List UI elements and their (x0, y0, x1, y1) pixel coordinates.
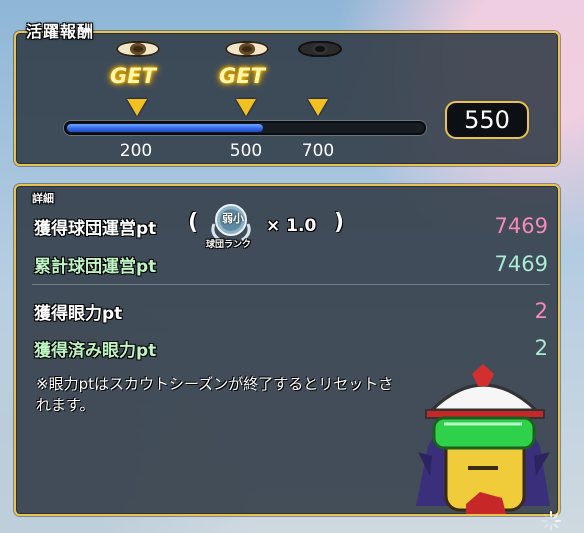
earned-team-pt-label: 獲得球団運営pt (34, 219, 157, 239)
current-value-box: 550 (445, 101, 529, 139)
paren-close: ) (334, 210, 345, 235)
divider (32, 284, 550, 285)
milestone-threshold: 700 (301, 141, 335, 161)
earned-team-pt-value: 7469 (494, 214, 548, 238)
marker-triangle-icon (236, 99, 256, 116)
multiplier: × 1.0 (266, 216, 317, 236)
reset-note: ※眼力ptはスカウトシーズンが終了するとリセットされます。 (36, 375, 394, 414)
rank-badge-name: 弱小 (222, 212, 244, 225)
total-team-pt-value: 7469 (494, 252, 548, 276)
milestone-get-label: GET (110, 64, 156, 88)
acquired-eye-pt-label: 獲得済み眼力pt (34, 341, 157, 361)
reward-panel (14, 31, 560, 166)
eye-icon (225, 41, 269, 57)
reward-title: 活躍報酬 (26, 22, 95, 41)
milestone-get-label: GET (219, 64, 265, 88)
earned-eye-pt-value: 2 (534, 299, 548, 323)
milestone-threshold: 500 (229, 141, 263, 161)
rank-label: 球団ランク (206, 240, 252, 250)
marker-triangle-icon (127, 99, 147, 116)
detail-title: 詳細 (32, 192, 54, 205)
eye-icon (298, 41, 342, 57)
paren-open: ( (188, 210, 199, 235)
scout-character (416, 364, 550, 514)
earned-eye-pt-label: 獲得眼力pt (34, 304, 123, 324)
total-team-pt-label: 累計球団運営pt (34, 257, 157, 277)
progress-bar (64, 121, 426, 135)
loading-icon (541, 511, 561, 531)
progress-fill (67, 124, 263, 132)
milestone-threshold: 200 (119, 141, 153, 161)
eye-icon (116, 41, 160, 57)
marker-triangle-icon (308, 99, 328, 116)
